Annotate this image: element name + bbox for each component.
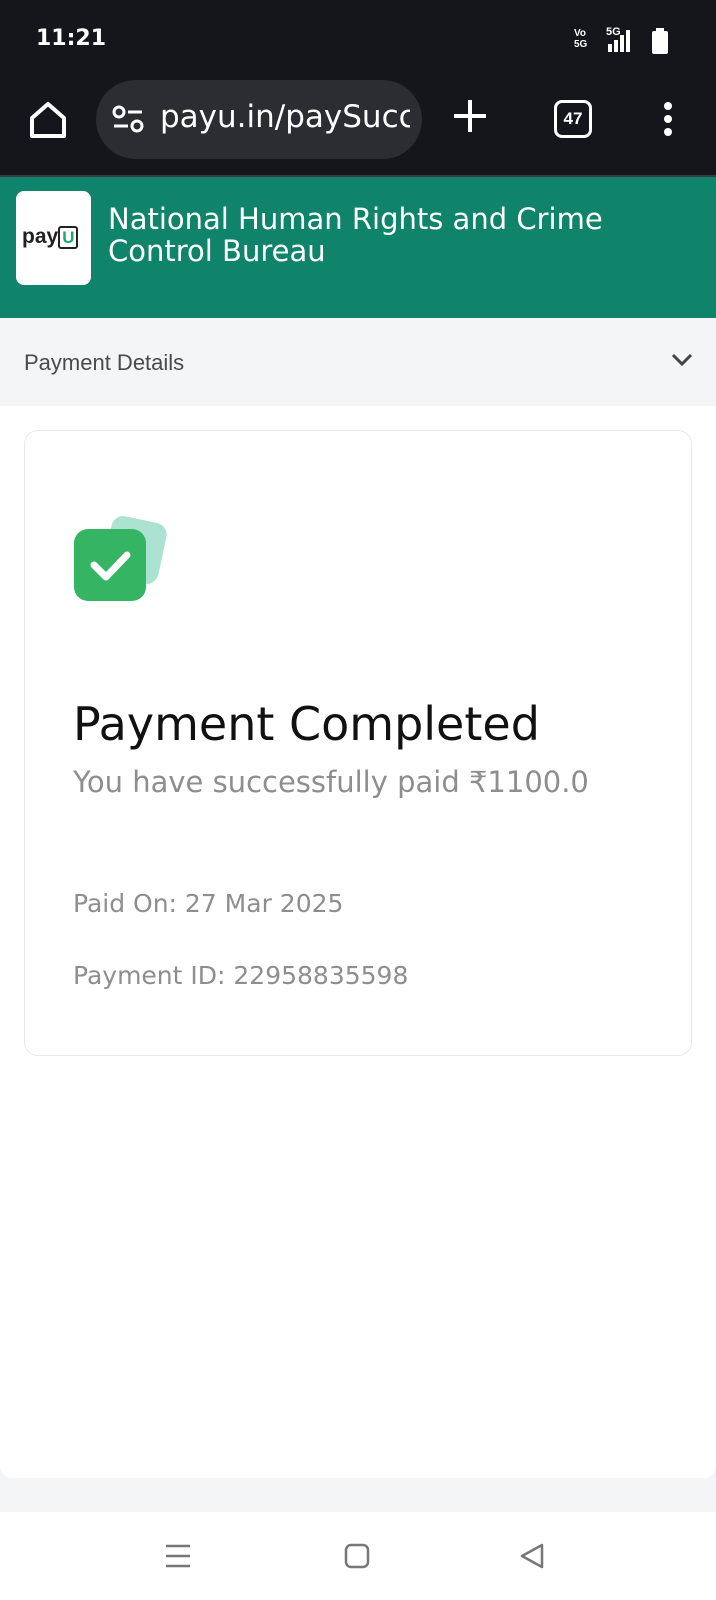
home-square-icon[interactable] bbox=[343, 1542, 371, 1570]
payment-details-toggle[interactable]: Payment Details bbox=[0, 318, 716, 406]
status-time: 11:21 bbox=[36, 26, 107, 51]
payment-id: Payment ID: 22958835598 bbox=[73, 961, 409, 990]
recent-apps-icon[interactable] bbox=[164, 1542, 192, 1570]
url-bar[interactable]: payu.in/paySuccess bbox=[96, 80, 422, 159]
payment-card: Payment Completed You have successfully … bbox=[24, 430, 692, 1056]
payu-logo: pay U bbox=[16, 191, 91, 285]
more-vert-icon[interactable] bbox=[658, 100, 678, 140]
check-icon bbox=[74, 516, 167, 601]
payment-details-label: Payment Details bbox=[24, 350, 185, 375]
success-title: Payment Completed bbox=[73, 697, 540, 751]
url-text[interactable]: payu.in/paySuccess bbox=[160, 99, 410, 135]
back-triangle-icon[interactable] bbox=[518, 1542, 546, 1570]
merchant-name: National Human Rights and Crime Control … bbox=[108, 202, 603, 268]
signal-icon bbox=[608, 30, 630, 52]
battery-icon bbox=[652, 28, 668, 54]
plus-icon[interactable] bbox=[450, 96, 490, 136]
logo-text: pay U bbox=[22, 225, 79, 249]
tab-switcher-icon[interactable]: 47 bbox=[554, 100, 592, 138]
success-message: You have successfully paid ₹1100.0 bbox=[73, 765, 589, 799]
browser-toolbar: payu.in/paySuccess 47 bbox=[0, 80, 716, 177]
volte-icon: Vo 5G bbox=[574, 28, 588, 50]
paid-on-date: Paid On: 27 Mar 2025 bbox=[73, 889, 344, 918]
status-bar: 11:21 Vo 5G 5G bbox=[0, 0, 716, 80]
site-settings-icon[interactable] bbox=[112, 105, 144, 133]
home-icon[interactable] bbox=[26, 98, 70, 142]
system-nav-bar bbox=[0, 1512, 716, 1600]
chevron-down-icon[interactable] bbox=[670, 352, 694, 368]
merchant-header: pay U National Human Rights and Crime Con… bbox=[0, 177, 716, 318]
main-panel: Payment Completed You have successfully … bbox=[0, 406, 716, 1478]
